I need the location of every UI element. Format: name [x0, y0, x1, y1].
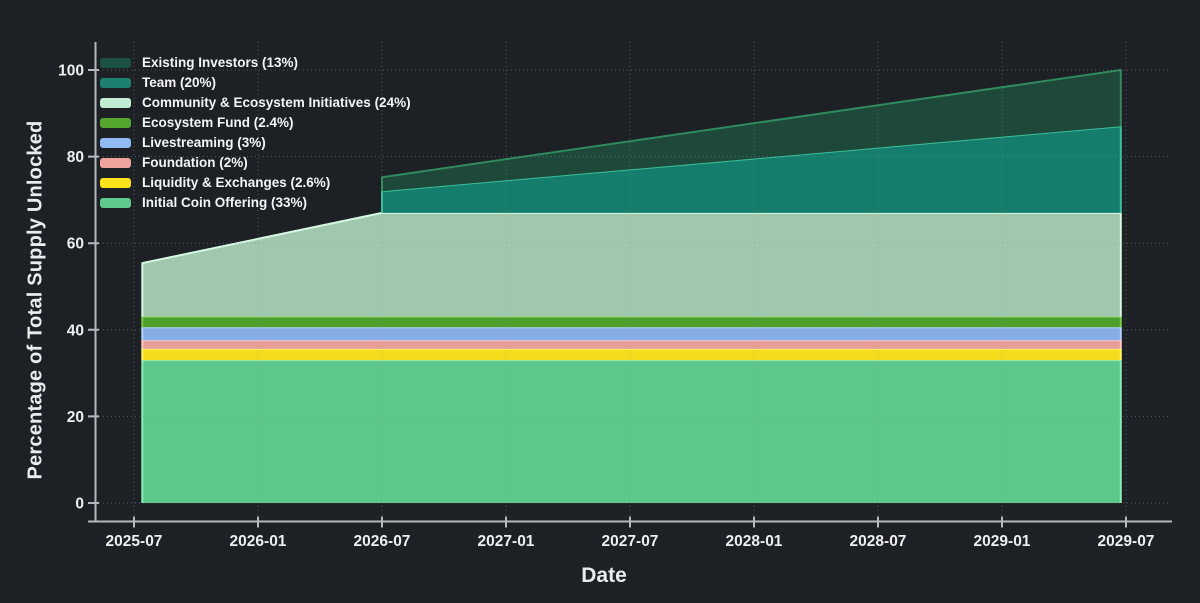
x-tick-label: 2026-07	[354, 533, 411, 550]
x-tick-label: 2027-07	[602, 533, 659, 550]
x-tick-label: 2028-07	[850, 533, 907, 550]
x-tick-label: 2027-01	[478, 533, 535, 550]
area-livestreaming	[142, 327, 1121, 340]
legend-swatch	[100, 138, 131, 148]
legend-label: Initial Coin Offering (33%)	[142, 193, 307, 213]
legend-swatch	[100, 198, 131, 208]
x-tick-label: 2029-01	[974, 533, 1031, 550]
y-axis-title: Percentage of Total Supply Unlocked	[25, 121, 48, 480]
area-ecosystem-fund	[142, 317, 1121, 327]
area-foundation	[142, 340, 1121, 349]
y-tick-label: 100	[58, 63, 84, 80]
legend-label: Liquidity & Exchanges (2.6%)	[142, 173, 330, 193]
legend-swatch	[100, 58, 131, 68]
legend-label: Team (20%)	[142, 73, 216, 93]
y-tick-label: 60	[67, 236, 84, 253]
legend-swatch	[100, 158, 131, 168]
legend-item: Ecosystem Fund (2.4%)	[100, 113, 411, 133]
token-unlock-schedule-chart: 0 20 40 60 80 100 2025-07 2026-01 2026-07 2027-01…	[0, 0, 1200, 603]
legend-item: Existing Investors (13%)	[100, 53, 411, 73]
x-tick-label: 2029-07	[1098, 533, 1155, 550]
legend-swatch	[100, 118, 131, 128]
x-tick-label: 2025-07	[106, 533, 163, 550]
legend-swatch	[100, 178, 131, 188]
x-tick-label: 2028-01	[726, 533, 783, 550]
y-tick-label: 20	[67, 409, 84, 426]
y-tick-label: 0	[75, 496, 84, 513]
legend-swatch	[100, 78, 131, 88]
legend-label: Livestreaming (3%)	[142, 133, 266, 153]
area-community-ecosystem-initiatives	[142, 213, 1121, 317]
legend-swatch	[100, 98, 131, 108]
legend-item: Foundation (2%)	[100, 153, 411, 173]
legend-item: Community & Ecosystem Initiatives (24%)	[100, 93, 411, 113]
area-liquidity-exchanges	[142, 349, 1121, 360]
legend-label: Foundation (2%)	[142, 153, 248, 173]
legend-item: Livestreaming (3%)	[100, 133, 411, 153]
legend-item: Liquidity & Exchanges (2.6%)	[100, 173, 411, 193]
x-tick-label: 2026-01	[230, 533, 287, 550]
x-axis-title: Date	[581, 564, 627, 588]
legend-label: Community & Ecosystem Initiatives (24%)	[142, 93, 411, 113]
legend-item: Team (20%)	[100, 73, 411, 93]
legend-item: Initial Coin Offering (33%)	[100, 193, 411, 213]
legend: Existing Investors (13%)Team (20%)Commun…	[100, 53, 411, 213]
y-tick-label: 80	[67, 149, 84, 166]
y-tick-label: 40	[67, 322, 84, 339]
area-initial-coin-offering	[142, 360, 1121, 503]
legend-label: Ecosystem Fund (2.4%)	[142, 113, 294, 133]
legend-label: Existing Investors (13%)	[142, 53, 298, 73]
